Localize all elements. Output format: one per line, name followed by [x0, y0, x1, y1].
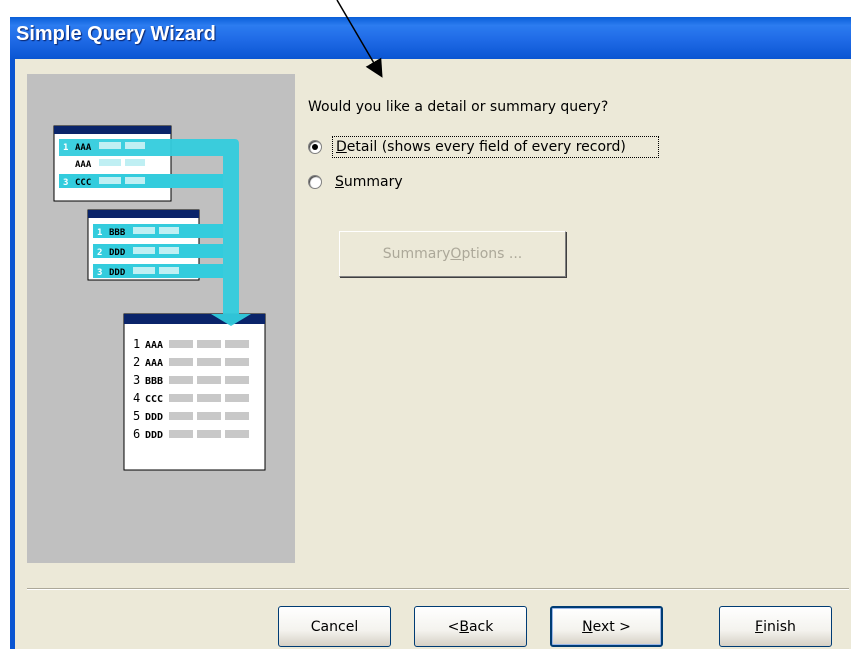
title-bar: Simple Query Wizard: [10, 17, 851, 59]
row-code: DDD: [145, 412, 163, 423]
row-code: AAA: [145, 358, 163, 369]
question-label: Would you like a detail or summary query…: [308, 99, 609, 115]
summary-option[interactable]: Summary: [308, 174, 403, 190]
row-code: DDD: [109, 268, 126, 278]
window-border: [10, 59, 15, 649]
row-code: AAA: [75, 160, 92, 170]
row-number: 1: [97, 228, 102, 238]
summary-label[interactable]: Summary: [335, 174, 403, 190]
wizard-illustration: 1 AAA 2 AAA 3 CCC 1 BBB 2 DDD 3 DDD 1 AA…: [27, 74, 295, 563]
detail-label[interactable]: Detail (shows every field of every recor…: [332, 136, 659, 158]
row-code: DDD: [145, 430, 163, 441]
row-code: DDD: [109, 248, 126, 258]
detail-option[interactable]: Detail (shows every field of every recor…: [308, 136, 659, 158]
row-code: AAA: [75, 143, 92, 153]
row-number: 6: [133, 427, 140, 441]
separator: [27, 588, 849, 590]
window-title: Simple Query Wizard: [16, 23, 216, 45]
row-number: 3: [133, 373, 140, 387]
row-number: 5: [133, 409, 140, 423]
row-number: 3: [63, 178, 68, 188]
row-number: 2: [63, 160, 68, 170]
detail-radio[interactable]: [308, 140, 322, 154]
row-number: 4: [133, 391, 140, 405]
summary-radio[interactable]: [308, 175, 322, 189]
query-diagram: 1 AAA 2 AAA 3 CCC 1 BBB 2 DDD 3 DDD 1 AA…: [53, 125, 266, 471]
row-code: BBB: [109, 228, 126, 238]
summary-options-button[interactable]: Summary Options ...: [339, 231, 566, 277]
back-button[interactable]: < Back: [414, 606, 527, 647]
row-number: 2: [97, 248, 102, 258]
row-code: CCC: [75, 178, 91, 188]
row-number: 1: [63, 143, 68, 153]
row-number: 1: [133, 337, 140, 351]
row-number: 3: [97, 268, 102, 278]
cancel-button[interactable]: Cancel: [278, 606, 391, 647]
row-number: 2: [133, 355, 140, 369]
next-button[interactable]: Next >: [550, 606, 663, 647]
row-code: BBB: [145, 376, 163, 387]
finish-button[interactable]: Finish: [719, 606, 832, 647]
row-code: CCC: [145, 394, 163, 405]
wizard-window: Simple Query Wizard 1 AAA 2 AAA 3 CCC 1 …: [10, 17, 851, 649]
row-code: AAA: [145, 340, 163, 351]
